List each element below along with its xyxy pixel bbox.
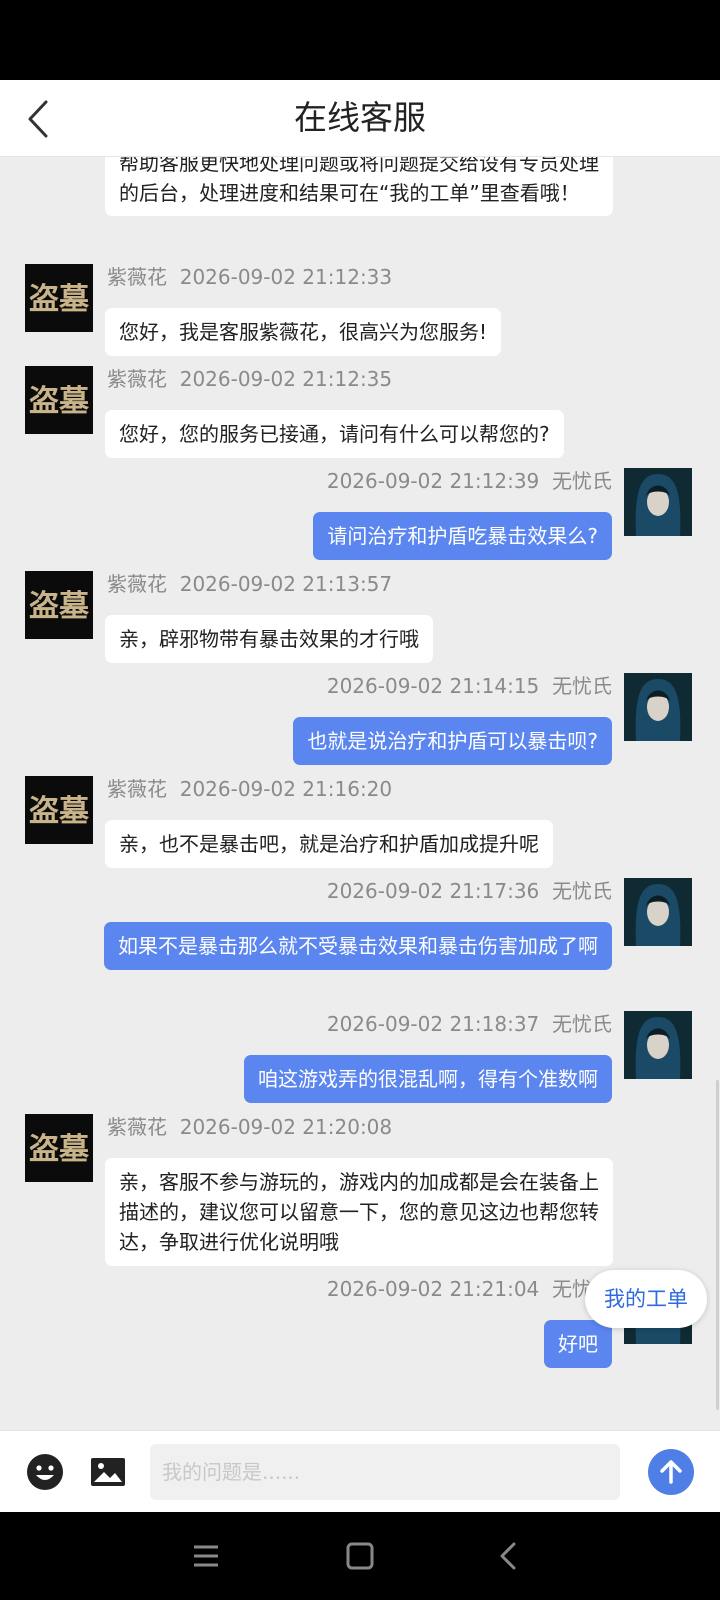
- emoji-button[interactable]: [25, 1452, 65, 1492]
- message-bubble: 如果不是暴击那么就不受暴击效果和暴击伤害加成了啊: [104, 922, 612, 970]
- scrollbar[interactable]: [716, 1080, 719, 1410]
- intro-message-bubble: 帮助客服更快地处理问题或将问题提交给设有专员处理的后台，处理进度和结果可在“我的…: [105, 156, 613, 216]
- message-time: 2026-09-02 21:13:57: [179, 572, 393, 596]
- avatar-logo-text: 盗墓: [29, 794, 90, 829]
- avatar[interactable]: [624, 878, 692, 946]
- message-time: 2026-09-02 21:17:36: [326, 879, 540, 903]
- message-time: 2026-09-02 21:16:20: [179, 777, 393, 801]
- send-button[interactable]: [648, 1449, 694, 1495]
- header-bar: 在线客服: [0, 80, 720, 157]
- sender-name: 无忧氏: [552, 1012, 612, 1036]
- system-back-button[interactable]: [490, 1538, 526, 1574]
- message-input[interactable]: [150, 1444, 620, 1500]
- avatar[interactable]: 盗墓: [25, 366, 93, 434]
- system-nav-bar: [0, 1512, 720, 1600]
- avatar[interactable]: 盗墓: [25, 264, 93, 332]
- home-button[interactable]: [342, 1538, 378, 1574]
- sender-name: 紫薇花: [107, 265, 167, 289]
- message-meta: 紫薇花 2026-09-02 21:12:35: [107, 366, 392, 392]
- message-meta: 2026-09-02 21:17:36 无忧氏: [327, 878, 612, 904]
- square-icon: [346, 1542, 374, 1570]
- message-time: 2026-09-02 21:14:15: [326, 674, 540, 698]
- message-time: 2026-09-02 21:21:04: [326, 1277, 540, 1301]
- chat-area[interactable]: 帮助客服更快地处理问题或将问题提交给设有专员处理的后台，处理进度和结果可在“我的…: [0, 156, 720, 1430]
- message-bubble: 也就是说治疗和护盾可以暴击呗?: [293, 717, 612, 765]
- avatar[interactable]: [624, 468, 692, 536]
- avatar[interactable]: [624, 1011, 692, 1079]
- message-bubble: 亲，客服不参与游玩的，游戏内的加成都是会在装备上描述的，建议您可以留意一下，您的…: [105, 1158, 613, 1266]
- chevron-left-icon: [500, 1542, 516, 1570]
- message-time: 2026-09-02 21:12:35: [179, 367, 393, 391]
- message-bubble: 您好，您的服务已接通，请问有什么可以帮您的?: [105, 410, 564, 458]
- message-time: 2026-09-02 21:18:37: [326, 1012, 540, 1036]
- message-meta: 2026-09-02 21:21:04 无忧氏: [327, 1276, 612, 1302]
- sender-name: 无忧氏: [552, 469, 612, 493]
- sender-name: 紫薇花: [107, 777, 167, 801]
- menu-icon: [194, 1545, 218, 1567]
- avatar-logo-text: 盗墓: [29, 1132, 90, 1167]
- input-bar: [0, 1430, 720, 1513]
- page-title: 在线客服: [294, 98, 426, 137]
- arrow-up-icon: [660, 1460, 682, 1484]
- avatar-logo-text: 盗墓: [29, 589, 90, 624]
- avatar[interactable]: 盗墓: [25, 776, 93, 844]
- message-meta: 2026-09-02 21:14:15 无忧氏: [327, 673, 612, 699]
- avatar-logo-text: 盗墓: [29, 384, 90, 419]
- avatar[interactable]: [624, 673, 692, 741]
- status-bar: [0, 0, 720, 80]
- my-tickets-button[interactable]: 我的工单: [585, 1270, 707, 1328]
- message-bubble: 咱这游戏弄的很混乱啊，得有个准数啊: [244, 1055, 612, 1103]
- smiley-icon: [27, 1454, 63, 1490]
- sender-name: 无忧氏: [552, 879, 612, 903]
- avatar[interactable]: 盗墓: [25, 571, 93, 639]
- avatar-logo-text: 盗墓: [29, 282, 90, 317]
- message-time: 2026-09-02 21:20:08: [179, 1115, 393, 1139]
- message-meta: 紫薇花 2026-09-02 21:13:57: [107, 571, 392, 597]
- message-meta: 2026-09-02 21:12:39 无忧氏: [327, 468, 612, 494]
- sender-name: 紫薇花: [107, 367, 167, 391]
- recents-button[interactable]: [188, 1538, 224, 1574]
- sender-name: 紫薇花: [107, 1115, 167, 1139]
- sender-name: 无忧氏: [552, 674, 612, 698]
- message-time: 2026-09-02 21:12:39: [326, 469, 540, 493]
- message-bubble: 请问治疗和护盾吃暴击效果么?: [313, 512, 612, 560]
- avatar[interactable]: 盗墓: [25, 1114, 93, 1182]
- message-bubble: 亲，辟邪物带有暴击效果的才行哦: [105, 615, 433, 663]
- message-meta: 紫薇花 2026-09-02 21:16:20: [107, 776, 392, 802]
- image-icon: [91, 1458, 125, 1486]
- message-bubble: 您好，我是客服紫薇花，很高兴为您服务!: [105, 308, 502, 356]
- message-meta: 紫薇花 2026-09-02 21:20:08: [107, 1114, 392, 1140]
- message-bubble: 好吧: [544, 1320, 612, 1368]
- message-meta: 紫薇花 2026-09-02 21:12:33: [107, 264, 392, 290]
- message-meta: 2026-09-02 21:18:37 无忧氏: [327, 1011, 612, 1037]
- message-time: 2026-09-02 21:12:33: [179, 265, 393, 289]
- image-button[interactable]: [88, 1452, 128, 1492]
- sender-name: 紫薇花: [107, 572, 167, 596]
- message-bubble: 亲，也不是暴击吧，就是治疗和护盾加成提升呢: [105, 820, 553, 868]
